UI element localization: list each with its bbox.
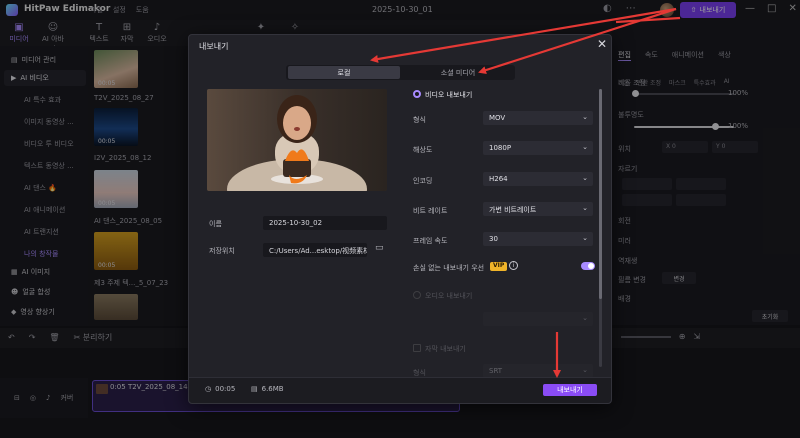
resolution-select[interactable]: 1080P ⌄ [483,141,593,155]
tab-social-media[interactable]: 소셜 미디어 [402,66,514,79]
audio-export-radio[interactable] [413,291,421,299]
subtitle-export-checkbox[interactable] [413,344,421,352]
lossless-label: 손실 없는 내보내기 우선 [413,264,485,272]
subtitle-format-select[interactable]: SRT ⌄ [483,364,593,378]
lossless-toggle[interactable] [581,262,595,270]
save-location-input[interactable]: C:/Users/Ad...esktop/视频素材 [263,243,367,257]
dialog-scrollbar-thumb[interactable] [599,89,602,299]
export-button[interactable]: 내보내기 [543,384,597,396]
subtitle-export-label: 자막 내보내기 [425,345,466,353]
export-dialog: 내보내기 ✕ 로컬 소셜 미디어 비디오 내보내기 이름 2025-10-30_… [188,34,612,404]
name-label: 이름 [209,220,222,228]
resolution-value: 1080P [489,144,512,152]
chevron-down-icon: ⌄ [582,174,588,182]
bitrate-value: 가변 비트레이트 [489,206,537,214]
chevron-down-icon: ⌄ [582,204,588,212]
filesize-value: 6.6MB [261,385,284,393]
tab-local[interactable]: 로컬 [288,66,400,79]
chevron-down-icon: ⌄ [582,314,588,322]
bitrate-select[interactable]: 가변 비트레이트 ⌄ [483,202,593,216]
format-select[interactable]: MOV ⌄ [483,111,593,125]
video-export-label: 비디오 내보내기 [425,91,473,99]
file-icon: ▤ [251,385,258,393]
info-icon[interactable]: i [509,261,518,270]
video-export-radio[interactable] [413,90,421,98]
framerate-label: 프레임 속도 [413,237,448,245]
framerate-select[interactable]: 30 ⌄ [483,232,593,246]
encoding-label: 인코딩 [413,177,433,185]
clock-icon: ◷ [205,385,212,393]
audio-format-select[interactable]: ⌄ [483,312,593,326]
filesize-info: ▤ 6.6MB [251,385,284,393]
close-icon[interactable]: ✕ [597,37,607,51]
encoding-select[interactable]: H264 ⌄ [483,172,593,186]
format-value: MOV [489,114,506,122]
chevron-down-icon: ⌄ [582,366,588,374]
folder-icon[interactable]: ▭ [375,243,384,253]
encoding-value: H264 [489,175,508,183]
subtitle-format-value: SRT [489,367,503,375]
audio-export-label: 오디오 내보내기 [425,292,473,300]
chevron-down-icon: ⌄ [582,143,588,151]
framerate-value: 30 [489,235,498,243]
vip-badge: VIP [490,262,508,271]
name-input[interactable]: 2025-10-30_02 [263,216,387,230]
duration-value: 00:05 [215,385,236,393]
duration-info: ◷ 00:05 [205,385,235,393]
chevron-down-icon: ⌄ [582,113,588,121]
save-location-label: 저장위치 [209,247,235,255]
dialog-title: 내보내기 [199,42,229,51]
resolution-label: 해상도 [413,146,433,154]
chevron-down-icon: ⌄ [582,234,588,242]
bitrate-label: 비트 레이트 [413,207,448,215]
preview-image [207,89,387,191]
format-label: 형식 [413,116,426,124]
video-preview [207,89,387,191]
